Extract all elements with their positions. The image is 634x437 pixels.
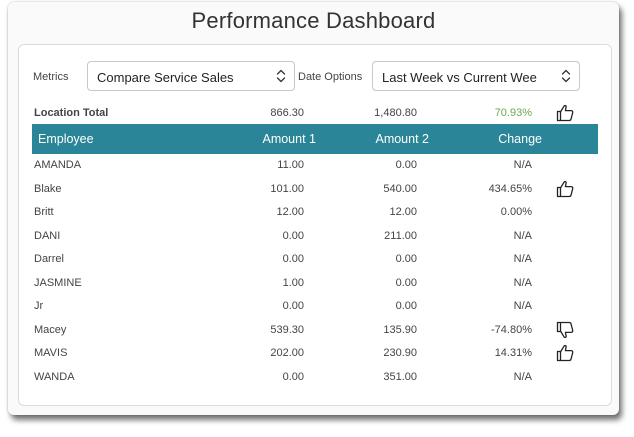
date-options-label: Date Options — [298, 71, 363, 83]
amount-1-cell: 11.00 — [277, 159, 304, 171]
thumbs-up-icon — [555, 343, 575, 363]
amount-2-cell: 351.00 — [383, 370, 417, 383]
location-total-row: Location Total 866.30 1,480.80 70.93% — [22, 102, 598, 124]
chevron-up-down-icon — [274, 66, 288, 86]
metrics-select-value: Compare Service Sales — [97, 70, 234, 85]
amount-1-cell: 0.00 — [282, 370, 304, 383]
amount-1-cell: 101.00 — [270, 182, 304, 195]
employee-name: Jr — [34, 300, 44, 312]
table-row: Jr 0.00 0.00 N/A — [22, 295, 598, 317]
employee-name: JASMINE — [34, 276, 82, 289]
amount-1-cell: 0.00 — [282, 300, 304, 312]
date-options-select[interactable]: Last Week vs Current Wee — [372, 61, 580, 91]
employee-name: DANI — [34, 229, 61, 242]
metrics-label: Metrics — [33, 71, 69, 83]
dashboard-window: Performance Dashboard Metrics Compare Se… — [8, 2, 619, 415]
amount-1-cell: 0.00 — [282, 253, 304, 265]
change-cell: N/A — [513, 276, 532, 289]
table-row: DANI 0.00 211.00 N/A — [22, 225, 598, 247]
employee-name: MAVIS — [34, 347, 68, 359]
page-title: Performance Dashboard — [191, 8, 436, 33]
table-header: Employee Amount 1 Amount 2 Change — [32, 124, 598, 154]
amount-1-cell: 539.30 — [270, 323, 304, 336]
employee-name: Macey — [34, 323, 67, 336]
change-cell: N/A — [513, 159, 532, 171]
amount-2-cell: 135.90 — [383, 323, 417, 336]
header-employee: Employee — [38, 132, 94, 146]
thumbs-up-icon — [555, 179, 575, 199]
header-change: Change — [498, 132, 542, 146]
change-cell: -74.80% — [491, 323, 532, 336]
chevron-up-down-icon — [559, 66, 573, 86]
employee-name: Darrel — [34, 253, 64, 265]
thumbs-up-icon — [555, 103, 575, 123]
amount-2-cell: 0.00 — [395, 253, 417, 265]
change-cell: N/A — [513, 300, 532, 312]
header-amount-1: Amount 1 — [262, 132, 316, 146]
amount-1-cell: 1.00 — [282, 276, 304, 289]
amount-2-cell: 230.90 — [383, 347, 417, 359]
table-row: JASMINE 1.00 0.00 N/A — [22, 272, 598, 294]
amount-1-cell: 202.00 — [270, 347, 304, 359]
metrics-select[interactable]: Compare Service Sales — [87, 61, 295, 91]
change-cell: 0.00% — [500, 206, 532, 218]
amount-2-cell: 12.00 — [389, 206, 417, 218]
total-amount-1: 866.30 — [270, 107, 304, 119]
employee-name: Blake — [34, 182, 62, 195]
table-row: MAVIS 202.00 230.90 14.31% — [22, 342, 598, 364]
change-cell: 434.65% — [488, 182, 532, 195]
header-amount-2: Amount 2 — [375, 132, 429, 146]
change-cell: N/A — [513, 253, 532, 265]
table-row: Macey 539.30 135.90 -74.80% — [22, 319, 598, 341]
amount-1-cell: 12.00 — [276, 206, 304, 218]
amount-2-cell: 0.00 — [395, 159, 417, 171]
change-cell: N/A — [513, 229, 532, 242]
amount-2-cell: 540.00 — [383, 182, 417, 195]
total-amount-2: 1,480.80 — [374, 107, 417, 119]
total-change: 70.93% — [494, 107, 532, 119]
employee-name: WANDA — [34, 370, 75, 383]
change-cell: N/A — [513, 370, 532, 383]
amount-2-cell: 0.00 — [395, 300, 417, 312]
table-row: Blake 101.00 540.00 434.65% — [22, 178, 598, 200]
change-cell: 14.31% — [494, 347, 532, 359]
thumbs-down-icon — [555, 320, 575, 340]
location-total-label: Location Total — [34, 107, 109, 119]
table-row: Darrel 0.00 0.00 N/A — [22, 248, 598, 270]
table-row: Britt 12.00 12.00 0.00% — [22, 201, 598, 223]
employee-name: Britt — [34, 206, 54, 218]
table-row: AMANDA 11.00 0.00 N/A — [22, 154, 598, 176]
amount-2-cell: 0.00 — [395, 276, 417, 289]
amount-1-cell: 0.00 — [282, 229, 304, 242]
date-options-select-value: Last Week vs Current Wee — [382, 70, 537, 85]
employee-name: AMANDA — [34, 159, 82, 171]
table-row: WANDA 0.00 351.00 N/A — [22, 366, 598, 388]
amount-2-cell: 211.00 — [384, 229, 417, 242]
